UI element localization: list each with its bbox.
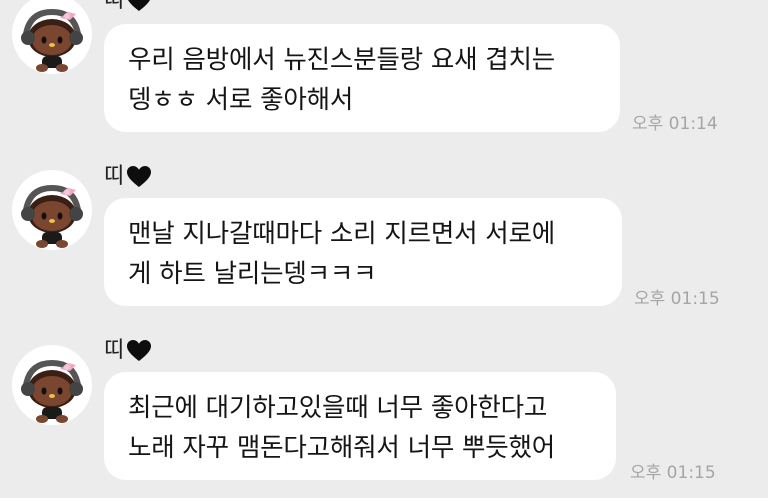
kitty-avatar-icon xyxy=(21,359,83,423)
message-timestamp: 오후 01:15 xyxy=(630,463,716,483)
avatar[interactable] xyxy=(12,170,92,250)
black-heart-icon xyxy=(127,166,152,187)
kitty-avatar-icon xyxy=(21,8,83,72)
message-line: 우리 음방에서 뉴진스분들랑 요새 겹치는 xyxy=(128,45,556,75)
kitty-avatar-icon xyxy=(21,184,83,248)
black-heart-icon xyxy=(128,0,151,11)
message-line: 노래 자꾸 맴돈다고해줘서 너무 뿌듯했어 xyxy=(128,433,556,463)
sender-name: 띠 xyxy=(104,336,152,366)
message-line: 게 하트 날리는뎅ㅋㅋㅋ xyxy=(128,259,377,289)
message-bubble[interactable]: 맨날 지나갈때마다 소리 지르면서 서로에 게 하트 날리는뎅ㅋㅋㅋ xyxy=(104,198,622,306)
message-bubble[interactable]: 최근에 대기하고있을때 너무 좋아한다고 노래 자꾸 맴돈다고해줘서 너무 뿌듯… xyxy=(104,372,616,480)
message-line: 뎅ㅎㅎ 서로 좋아해서 xyxy=(128,85,354,115)
sender-label: 띠 xyxy=(104,0,125,13)
message-timestamp: 오후 01:14 xyxy=(632,114,718,134)
sender-label: 띠 xyxy=(104,164,125,189)
message-line: 맨날 지나갈때마다 소리 지르면서 서로에 xyxy=(128,219,556,249)
avatar[interactable] xyxy=(12,345,92,425)
sender-name: 띠 xyxy=(104,0,152,16)
message-line: 최근에 대기하고있을때 너무 좋아한다고 xyxy=(128,393,548,423)
sender-name: 띠 xyxy=(104,162,152,192)
message-bubble[interactable]: 우리 음방에서 뉴진스분들랑 요새 겹치는 뎅ㅎㅎ 서로 좋아해서 xyxy=(104,24,620,132)
avatar[interactable] xyxy=(12,0,92,74)
black-heart-icon xyxy=(127,340,152,361)
sender-label: 띠 xyxy=(104,338,125,363)
message-timestamp: 오후 01:15 xyxy=(634,289,720,309)
